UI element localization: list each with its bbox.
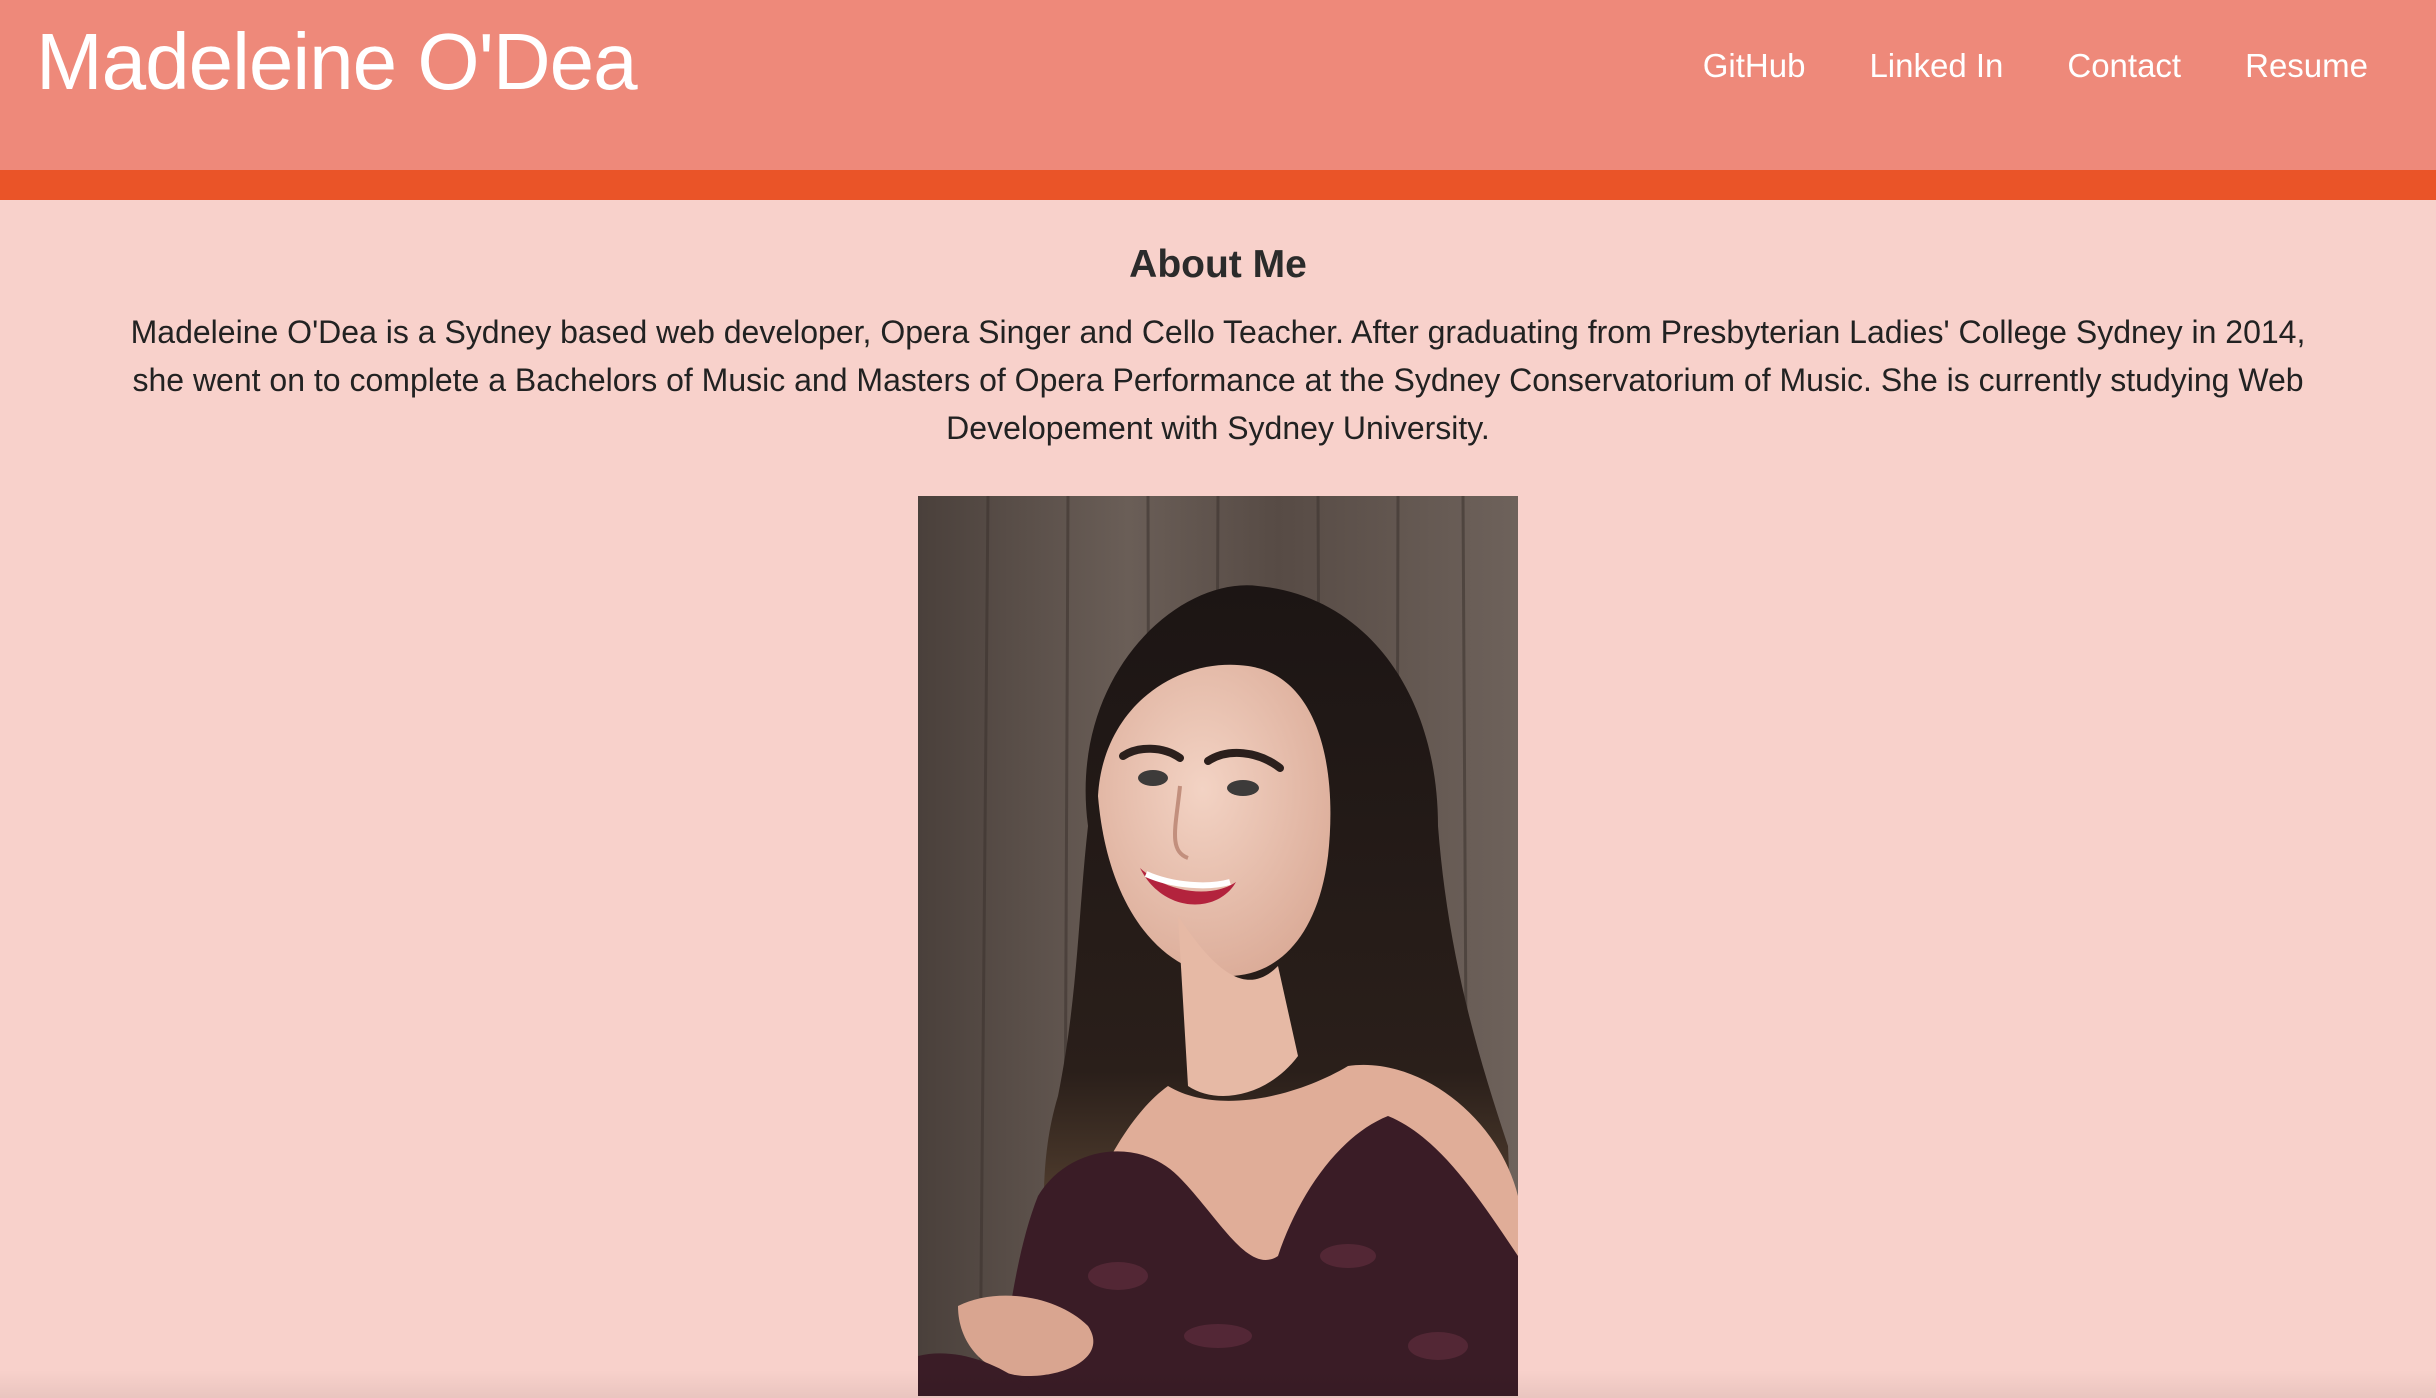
nav-link-github[interactable]: GitHub: [1671, 44, 1838, 88]
about-section: About Me Madeleine O'Dea is a Sydney bas…: [0, 200, 2436, 452]
nav-link-contact[interactable]: Contact: [2035, 44, 2213, 88]
about-text: Madeleine O'Dea is a Sydney based web de…: [130, 314, 2306, 446]
brand-link[interactable]: Madeleine O'Dea: [36, 14, 638, 110]
accent-bar: [0, 170, 2436, 200]
profile-photo: [918, 496, 1518, 1396]
nav-link-resume[interactable]: Resume: [2213, 44, 2368, 88]
nav-link-linkedin[interactable]: Linked In: [1837, 44, 2035, 88]
navbar: Madeleine O'Dea GitHub Linked In Contact…: [0, 0, 2436, 170]
about-heading: About Me: [1129, 243, 1307, 286]
nav-links: GitHub Linked In Contact Resume: [1671, 44, 2368, 88]
